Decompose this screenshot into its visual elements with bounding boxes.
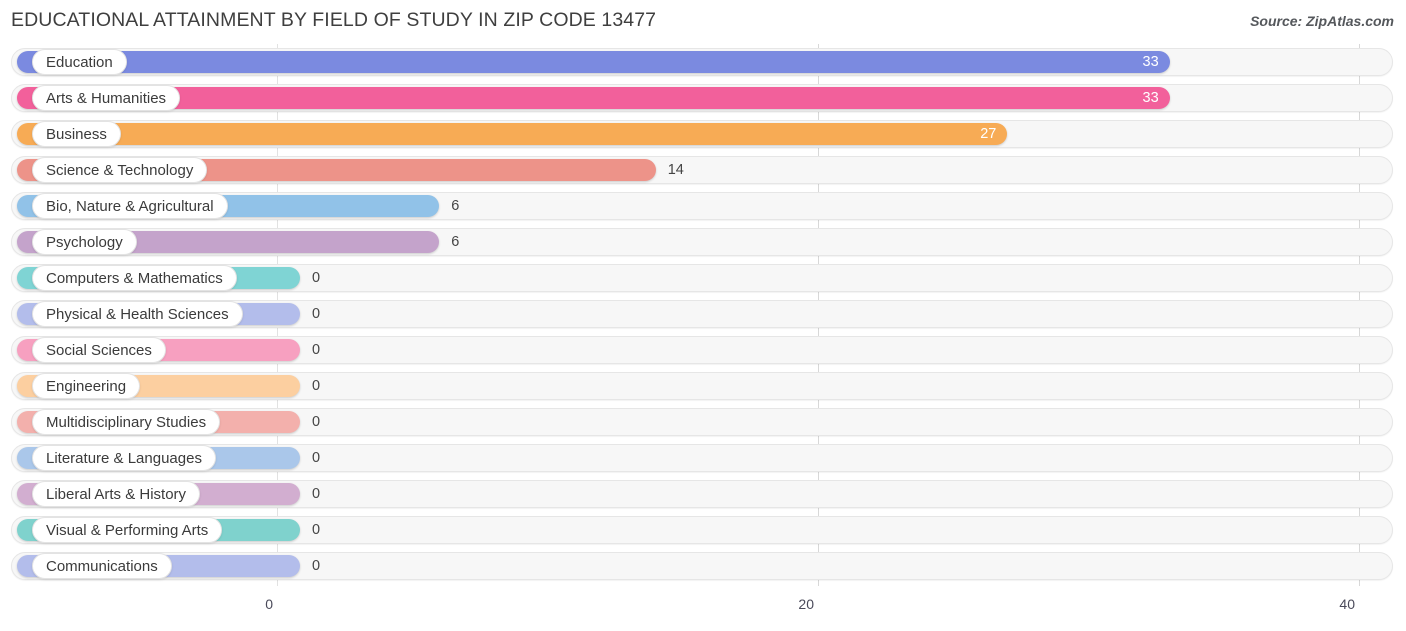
category-label: Social Sciences — [32, 337, 166, 363]
bar-fill[interactable]: 27 — [17, 123, 1008, 145]
bar-value-label: 0 — [312, 522, 321, 538]
bar-value-label: 0 — [312, 558, 321, 574]
bar-row[interactable]: 33 Education — [0, 44, 1406, 80]
bar-row[interactable]: 0 Communications — [0, 548, 1406, 584]
bar-value-label: 0 — [312, 414, 321, 430]
category-label: Computers & Mathematics — [32, 265, 237, 291]
bar-value-label: 0 — [312, 342, 321, 358]
bar-row[interactable]: 0 Computers & Mathematics — [0, 260, 1406, 296]
category-label: Business — [32, 121, 121, 147]
bar-value-label: 0 — [312, 486, 321, 502]
bar-row[interactable]: 6 Psychology — [0, 224, 1406, 260]
category-label: Education — [32, 49, 127, 75]
x-tick-label: 20 — [798, 596, 814, 612]
category-label: Liberal Arts & History — [32, 481, 201, 507]
category-label: Science & Technology — [32, 157, 208, 183]
category-label: Visual & Performing Arts — [32, 517, 223, 543]
bar-row[interactable]: 33 Arts & Humanities — [0, 80, 1406, 116]
bar-value-label: 6 — [451, 234, 460, 250]
bar-row[interactable]: 0 Engineering — [0, 368, 1406, 404]
bar-fill[interactable]: 33 — [17, 87, 1170, 109]
bar-value-label: 0 — [312, 270, 321, 286]
bar-fill[interactable]: 33 — [17, 51, 1170, 73]
bar-value-label: 27 — [980, 126, 997, 142]
x-tick-label: 40 — [1339, 596, 1355, 612]
x-axis: 0 20 40 — [0, 592, 1406, 631]
chart-header: EDUCATIONAL ATTAINMENT BY FIELD OF STUDY… — [0, 0, 1406, 42]
bar-row[interactable]: 14 Science & Technology — [0, 152, 1406, 188]
category-label: Physical & Health Sciences — [32, 301, 243, 327]
category-label: Bio, Nature & Agricultural — [32, 193, 228, 219]
bar-row[interactable]: 0 Visual & Performing Arts — [0, 512, 1406, 548]
bar-value-label: 0 — [312, 450, 321, 466]
category-label: Arts & Humanities — [32, 85, 181, 111]
bar-row[interactable]: 6 Bio, Nature & Agricultural — [0, 188, 1406, 224]
category-label: Literature & Languages — [32, 445, 216, 471]
bar-row[interactable]: 0 Literature & Languages — [0, 440, 1406, 476]
source-attribution: Source: ZipAtlas.com — [1250, 13, 1394, 29]
bar-row[interactable]: 27 Business — [0, 116, 1406, 152]
bar-value-label: 33 — [1142, 90, 1159, 106]
bar-row[interactable]: 0 Physical & Health Sciences — [0, 296, 1406, 332]
page-title: EDUCATIONAL ATTAINMENT BY FIELD OF STUDY… — [11, 9, 657, 31]
bar-row[interactable]: 0 Social Sciences — [0, 332, 1406, 368]
category-label: Psychology — [32, 229, 137, 255]
bar-value-label: 33 — [1142, 54, 1159, 70]
bar-value-label: 14 — [667, 162, 684, 178]
bar-row[interactable]: 0 Liberal Arts & History — [0, 476, 1406, 512]
chart-plot-area: 33 Education 33 Arts & Humanities 27 Business… — [0, 44, 1406, 592]
bar-value-label: 6 — [451, 198, 460, 214]
category-label: Multidisciplinary Studies — [32, 409, 221, 435]
category-label: Engineering — [32, 373, 141, 399]
x-tick-label: 0 — [265, 596, 273, 612]
bar-row[interactable]: 0 Multidisciplinary Studies — [0, 404, 1406, 440]
category-label: Communications — [32, 553, 172, 579]
bar-value-label: 0 — [312, 378, 321, 394]
bar-value-label: 0 — [312, 306, 321, 322]
